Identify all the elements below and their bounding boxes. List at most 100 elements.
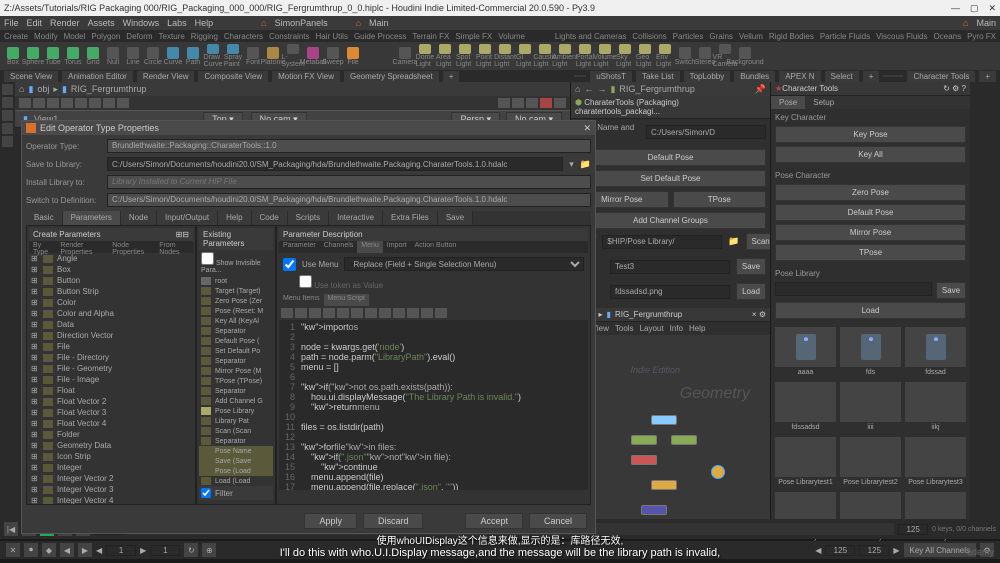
- pose-thumb[interactable]: Pose Librarytest3: [905, 437, 966, 488]
- panel-tab[interactable]: Bundles: [734, 71, 775, 82]
- net-menu[interactable]: Info: [670, 324, 683, 333]
- tool-icon[interactable]: [89, 98, 101, 108]
- dialog-tab[interactable]: Code: [252, 211, 288, 225]
- path-segment[interactable]: obj: [37, 84, 49, 94]
- shelf-tool[interactable]: Sphere: [24, 44, 42, 68]
- pose-thumb[interactable]: iikj: [905, 382, 966, 433]
- close-button[interactable]: ✕: [988, 3, 996, 14]
- param-type-item[interactable]: ⊞Icon Strip: [29, 451, 193, 462]
- home-icon[interactable]: ⌂: [19, 84, 24, 94]
- editor-tool[interactable]: [435, 308, 447, 318]
- shelf-tool[interactable]: Sky Light: [616, 44, 634, 68]
- existing-list[interactable]: rootTarget (Target)Zero Pose (ZerPose (R…: [199, 276, 273, 486]
- param-type-item[interactable]: ⊞Data: [29, 319, 193, 330]
- shelf-tool[interactable]: Torus: [64, 44, 82, 68]
- desc-tab[interactable]: Import: [383, 241, 411, 253]
- net-menu[interactable]: Tools: [615, 324, 634, 333]
- shelf-tool[interactable]: Null: [104, 44, 122, 68]
- param-type-item[interactable]: ⊞Float Vector 4: [29, 418, 193, 429]
- desktop-main2[interactable]: Main: [976, 18, 996, 28]
- menu-script-tab[interactable]: Menu Script: [324, 294, 369, 306]
- menu-items-tab[interactable]: Menu Items: [279, 294, 324, 306]
- menu-labs[interactable]: Labs: [167, 18, 187, 28]
- param-type-item[interactable]: ⊞Float: [29, 385, 193, 396]
- shelf-tab[interactable]: Hair Utils: [316, 32, 348, 41]
- existing-item[interactable]: Add Channel G: [199, 396, 273, 406]
- shelf-tool[interactable]: Draw Curve: [204, 44, 222, 68]
- pose-lib-input[interactable]: [775, 282, 932, 296]
- desc-tab[interactable]: Parameter: [279, 241, 320, 253]
- shelf-tool[interactable]: Point Light: [476, 44, 494, 68]
- param-type-item[interactable]: ⊞Geometry Data: [29, 440, 193, 451]
- shelf-tab[interactable]: Simple FX: [455, 32, 492, 41]
- shelf-tab[interactable]: Particle Fluids: [820, 32, 870, 41]
- shelf-tab[interactable]: Guide Process: [354, 32, 406, 41]
- editor-tool[interactable]: [393, 308, 405, 318]
- switch-field[interactable]: C:/Users/Simon/Documents/houdini20.0/SM_…: [107, 193, 591, 207]
- key-pose-button[interactable]: Key Pose: [775, 126, 966, 143]
- editor-tool[interactable]: [365, 308, 377, 318]
- existing-item[interactable]: Separator: [199, 386, 273, 396]
- shelf-tab[interactable]: Rigid Bodies: [769, 32, 814, 41]
- network-node[interactable]: [671, 435, 697, 445]
- param-type-item[interactable]: ⊞File - Directory: [29, 352, 193, 363]
- pose-thumb[interactable]: fdssadsd: [775, 382, 836, 433]
- param-type-item[interactable]: ⊞Integer Vector 3: [29, 484, 193, 495]
- existing-item[interactable]: Zero Pose (Zer: [199, 296, 273, 306]
- dialog-titlebar[interactable]: Edit Operator Type Properties ✕: [22, 121, 595, 135]
- editor-tool[interactable]: [421, 308, 433, 318]
- existing-item[interactable]: Separator: [199, 356, 273, 366]
- load-button[interactable]: Load: [736, 283, 766, 300]
- panel-tab[interactable]: TopLobby: [684, 71, 731, 82]
- editor-tool[interactable]: [309, 308, 321, 318]
- shelf-tool[interactable]: Line: [124, 44, 142, 68]
- menu-help[interactable]: Help: [195, 18, 214, 28]
- existing-item[interactable]: Key All (KeyAl: [199, 316, 273, 326]
- existing-item[interactable]: Separator: [199, 326, 273, 336]
- tool-icon[interactable]: [2, 136, 13, 147]
- apply-button[interactable]: Apply: [304, 513, 357, 529]
- param-type-item[interactable]: ⊞Button Strip: [29, 286, 193, 297]
- existing-item[interactable]: Pose (Reset: M: [199, 306, 273, 316]
- existing-item[interactable]: Mirror Pose (M: [199, 366, 273, 376]
- shelf-tool[interactable]: Ambient Light: [556, 44, 574, 68]
- add-tab-icon[interactable]: +: [443, 71, 460, 82]
- set-default-button[interactable]: Set Default Pose: [575, 170, 766, 187]
- add-tab-icon[interactable]: +: [863, 71, 880, 82]
- panel-tab[interactable]: Scene View: [4, 71, 58, 82]
- shelf-tab[interactable]: Particles: [673, 32, 704, 41]
- shelf-tool[interactable]: Circle: [144, 44, 162, 68]
- shelf-tool[interactable]: Platonic: [264, 44, 282, 68]
- panel-tab[interactable]: uShotsT: [590, 71, 632, 82]
- shelf-tool[interactable]: Stereo: [696, 44, 714, 68]
- shelf-tab[interactable]: Characters: [224, 32, 263, 41]
- shelf-tool[interactable]: Path: [184, 44, 202, 68]
- create-tab[interactable]: From Nodes: [155, 241, 193, 253]
- network-node[interactable]: [651, 415, 677, 425]
- menu-assets[interactable]: Assets: [88, 18, 115, 28]
- tool-icon[interactable]: [117, 98, 129, 108]
- home-icon[interactable]: ⌂: [575, 84, 580, 94]
- shelf-tool[interactable]: Background: [736, 44, 754, 68]
- create-tab[interactable]: By Type: [29, 241, 56, 253]
- shelf-tab[interactable]: Viscous Fluids: [876, 32, 927, 41]
- asset-path-input[interactable]: [646, 125, 766, 139]
- shelf-tool[interactable]: Curve: [164, 44, 182, 68]
- tool-icon[interactable]: [2, 84, 13, 95]
- tool-icon[interactable]: [2, 97, 13, 108]
- tool-icon[interactable]: [554, 98, 566, 108]
- shelf-tool[interactable]: Box: [4, 44, 22, 68]
- panel-tab[interactable]: Character Tools: [907, 71, 975, 82]
- shelf-tool[interactable]: Grid: [84, 44, 102, 68]
- tool-icon[interactable]: [512, 98, 524, 108]
- shelf-tool[interactable]: Switch: [676, 44, 694, 68]
- shelf-tool[interactable]: Distant Light: [496, 44, 514, 68]
- shelf-tab[interactable]: Oceans: [934, 32, 962, 41]
- key-all-button[interactable]: Key All: [775, 146, 966, 163]
- panel-tab[interactable]: APEX N: [779, 71, 820, 82]
- tpose-button[interactable]: TPose: [673, 191, 767, 208]
- panel-tab[interactable]: Animation Editor: [62, 71, 133, 82]
- net-node[interactable]: RIG_Fergrumthrup: [615, 310, 682, 319]
- desc-tab[interactable]: Action Button: [411, 241, 461, 253]
- net-menu[interactable]: Layout: [640, 324, 664, 333]
